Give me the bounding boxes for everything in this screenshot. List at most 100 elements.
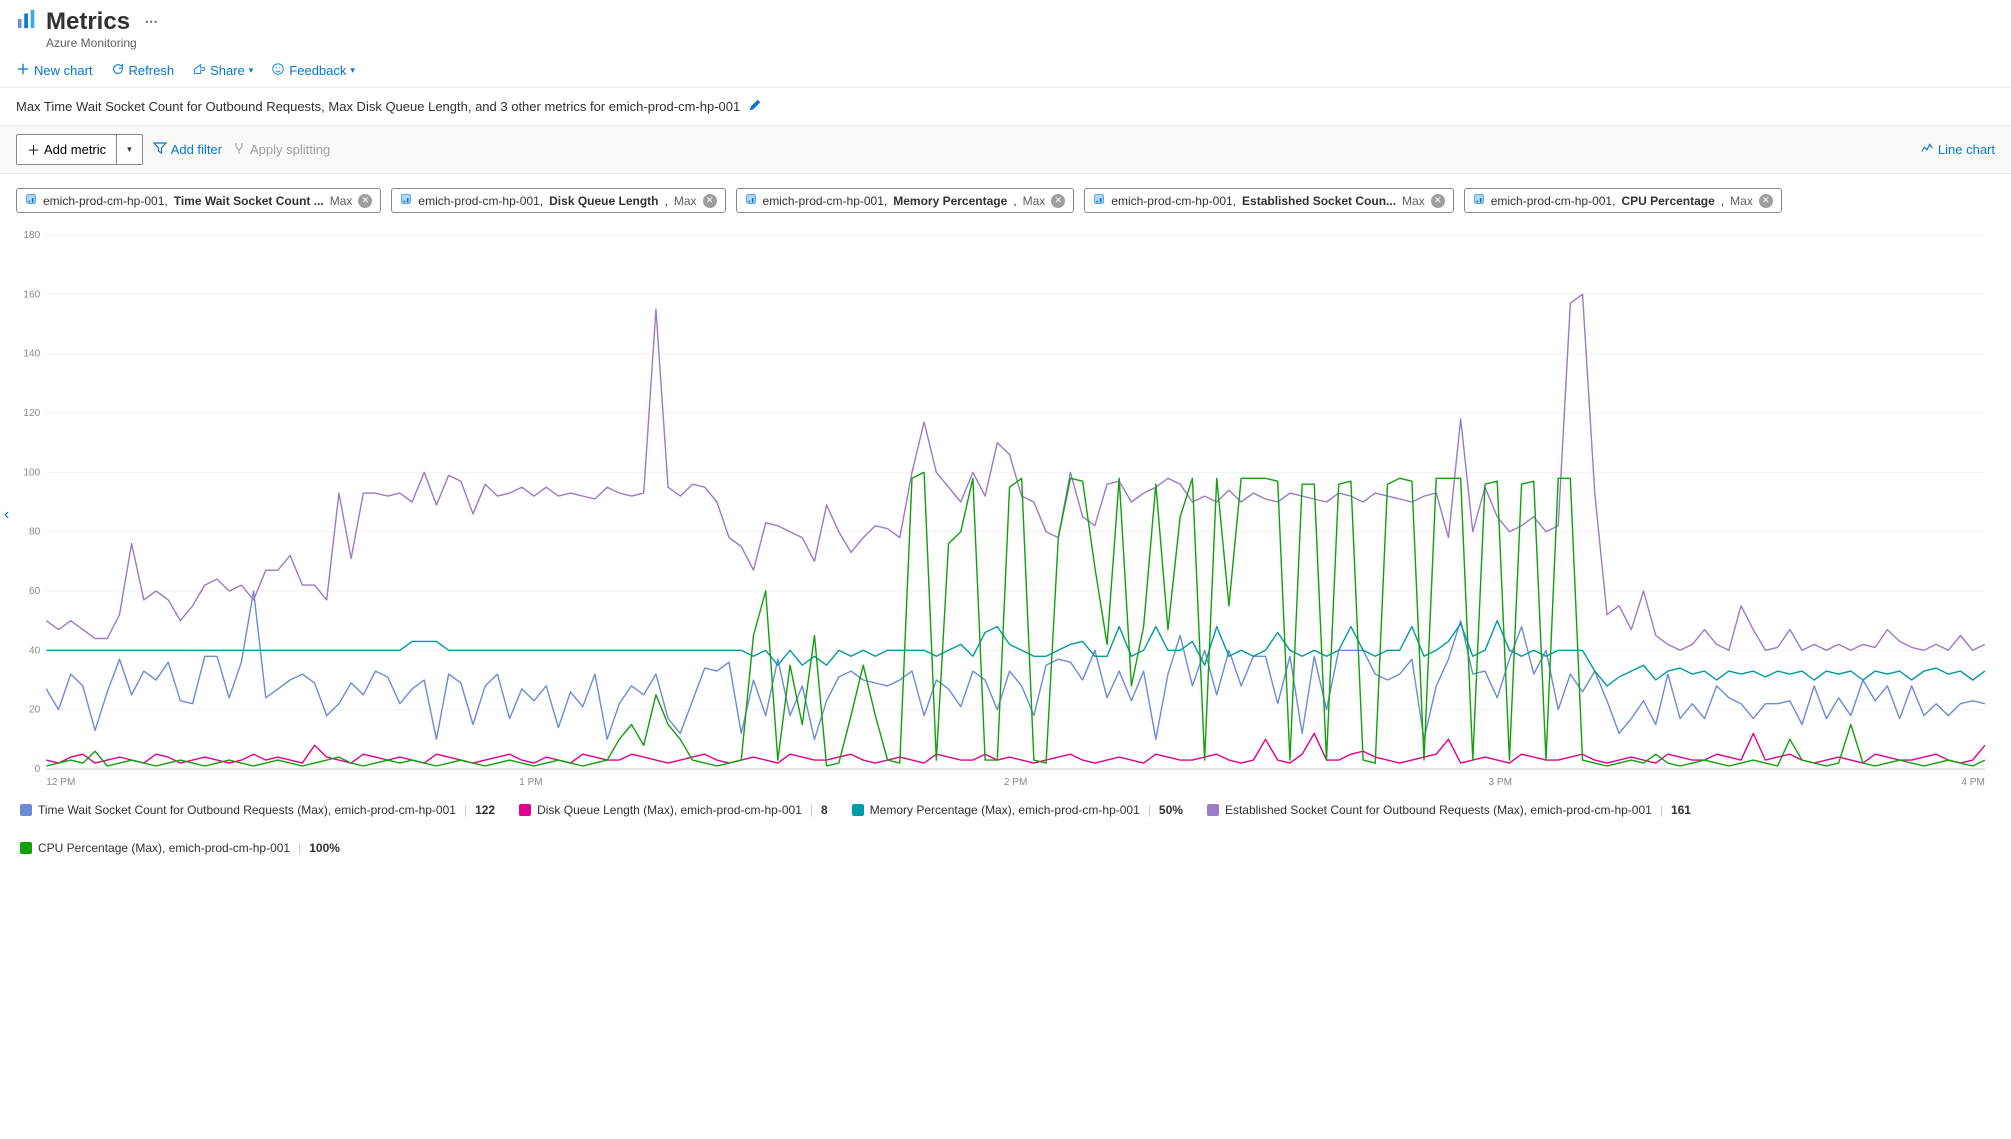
apply-splitting-label: Apply splitting — [250, 142, 330, 157]
add-metric-button[interactable]: ＋ Add metric — [17, 135, 116, 164]
chip-aggregation: Max — [330, 194, 353, 208]
top-toolbar: New chart Refresh Share ▾ Feedback ▾ — [0, 54, 2011, 88]
remove-chip-button[interactable]: ✕ — [1759, 194, 1773, 208]
chip-aggregation: Max — [674, 194, 697, 208]
legend-separator: | — [810, 803, 813, 817]
legend-item[interactable]: Memory Percentage (Max), emich-prod-cm-h… — [852, 803, 1183, 817]
svg-text:1 PM: 1 PM — [519, 777, 543, 788]
chip-metric: CPU Percentage — [1621, 194, 1714, 208]
metric-chip[interactable]: emich-prod-cm-hp-001, Disk Queue Length,… — [391, 188, 725, 213]
legend-label: Time Wait Socket Count for Outbound Requ… — [38, 803, 456, 817]
metric-chip[interactable]: emich-prod-cm-hp-001, CPU Percentage, Ma… — [1464, 188, 1782, 213]
add-metric-dropdown[interactable]: ▾ — [116, 135, 142, 164]
legend-item[interactable]: Time Wait Socket Count for Outbound Requ… — [20, 803, 495, 817]
add-metric-label: Add metric — [44, 142, 106, 157]
remove-chip-button[interactable]: ✕ — [703, 194, 717, 208]
new-chart-button[interactable]: New chart — [16, 62, 93, 79]
legend-swatch — [20, 842, 32, 854]
chip-aggregation: Max — [1402, 194, 1425, 208]
chip-metric: Memory Percentage — [893, 194, 1007, 208]
split-icon — [232, 141, 246, 158]
legend-value: 100% — [309, 841, 340, 855]
page-header: Metrics Azure Monitoring ⋯ — [0, 0, 2011, 54]
chip-resource: emich-prod-cm-hp-001, — [1111, 194, 1236, 208]
metric-chip[interactable]: emich-prod-cm-hp-001, Established Socket… — [1084, 188, 1453, 213]
add-filter-label: Add filter — [171, 142, 222, 157]
plus-icon — [16, 62, 30, 79]
chip-resource: emich-prod-cm-hp-001, — [1491, 194, 1616, 208]
legend-label: CPU Percentage (Max), emich-prod-cm-hp-0… — [38, 841, 290, 855]
legend-label: Disk Queue Length (Max), emich-prod-cm-h… — [537, 803, 802, 817]
chip-metric: Established Socket Coun... — [1242, 194, 1396, 208]
chip-aggregation: Max — [1023, 194, 1046, 208]
feedback-label: Feedback — [289, 63, 346, 78]
resource-icon — [745, 193, 757, 208]
edit-title-button[interactable] — [748, 98, 762, 115]
chip-metric: Time Wait Socket Count ... — [174, 194, 324, 208]
more-actions-button[interactable]: ⋯ — [145, 14, 160, 30]
legend-value: 50% — [1159, 803, 1183, 817]
chart-container: ‹ 02040608010012014016018012 PM1 PM2 PM3… — [0, 219, 2011, 793]
svg-text:120: 120 — [23, 408, 40, 419]
chip-resource: emich-prod-cm-hp-001, — [43, 194, 168, 208]
chip-resource: emich-prod-cm-hp-001, — [418, 194, 543, 208]
plus-icon: ＋ — [27, 140, 40, 159]
chart-type-selector[interactable]: Line chart — [1920, 141, 1995, 158]
new-chart-label: New chart — [34, 63, 93, 78]
chart-legend: Time Wait Socket Count for Outbound Requ… — [0, 793, 2011, 875]
remove-chip-button[interactable]: ✕ — [1051, 194, 1065, 208]
svg-text:12 PM: 12 PM — [46, 777, 75, 788]
collapse-caret-button[interactable]: ‹ — [4, 506, 9, 524]
legend-separator: | — [464, 803, 467, 817]
chart-description-text: Max Time Wait Socket Count for Outbound … — [16, 99, 740, 114]
legend-value: 161 — [1671, 803, 1691, 817]
svg-text:180: 180 — [23, 230, 40, 241]
share-label: Share — [210, 63, 245, 78]
refresh-icon — [111, 62, 125, 79]
legend-item[interactable]: Disk Queue Length (Max), emich-prod-cm-h… — [519, 803, 828, 817]
legend-separator: | — [298, 841, 301, 855]
remove-chip-button[interactable]: ✕ — [358, 194, 372, 208]
chevron-down-icon: ▾ — [350, 65, 355, 76]
chart-description-bar: Max Time Wait Socket Count for Outbound … — [0, 88, 2011, 126]
smiley-icon — [271, 62, 285, 79]
svg-text:0: 0 — [35, 764, 41, 775]
refresh-label: Refresh — [129, 63, 175, 78]
legend-value: 122 — [475, 803, 495, 817]
legend-swatch — [1207, 804, 1219, 816]
legend-separator: | — [1148, 803, 1151, 817]
chevron-down-icon: ▾ — [127, 144, 132, 155]
legend-label: Memory Percentage (Max), emich-prod-cm-h… — [870, 803, 1140, 817]
metric-chip[interactable]: emich-prod-cm-hp-001, Time Wait Socket C… — [16, 188, 381, 213]
remove-chip-button[interactable]: ✕ — [1431, 194, 1445, 208]
svg-text:4 PM: 4 PM — [1961, 777, 1985, 788]
feedback-button[interactable]: Feedback ▾ — [271, 62, 355, 79]
page-title: Metrics — [46, 8, 137, 36]
add-metric-group: ＋ Add metric ▾ — [16, 134, 143, 165]
line-chart[interactable]: 02040608010012014016018012 PM1 PM2 PM3 P… — [16, 229, 1995, 789]
svg-text:80: 80 — [29, 527, 41, 538]
add-filter-button[interactable]: Add filter — [153, 141, 222, 158]
svg-text:2 PM: 2 PM — [1004, 777, 1028, 788]
chart-type-label: Line chart — [1938, 142, 1995, 157]
title-block: Metrics Azure Monitoring — [46, 8, 137, 50]
legend-item[interactable]: CPU Percentage (Max), emich-prod-cm-hp-0… — [20, 841, 340, 855]
resource-icon — [400, 193, 412, 208]
right-tools: Line chart — [1920, 141, 1995, 158]
apply-splitting-button: Apply splitting — [232, 141, 330, 158]
svg-text:100: 100 — [23, 467, 40, 478]
resource-icon — [1093, 193, 1105, 208]
svg-text:20: 20 — [29, 705, 41, 716]
legend-item[interactable]: Established Socket Count for Outbound Re… — [1207, 803, 1691, 817]
line-chart-icon — [1920, 141, 1934, 158]
resource-icon — [25, 193, 37, 208]
refresh-button[interactable]: Refresh — [111, 62, 175, 79]
svg-text:40: 40 — [29, 645, 41, 656]
legend-swatch — [20, 804, 32, 816]
metric-toolbar: ＋ Add metric ▾ Add filter Apply splittin… — [0, 126, 2011, 174]
chip-metric: Disk Queue Length — [549, 194, 658, 208]
chevron-down-icon: ▾ — [249, 65, 254, 76]
resource-icon — [1473, 193, 1485, 208]
share-button[interactable]: Share ▾ — [192, 62, 253, 79]
metric-chip[interactable]: emich-prod-cm-hp-001, Memory Percentage,… — [736, 188, 1075, 213]
